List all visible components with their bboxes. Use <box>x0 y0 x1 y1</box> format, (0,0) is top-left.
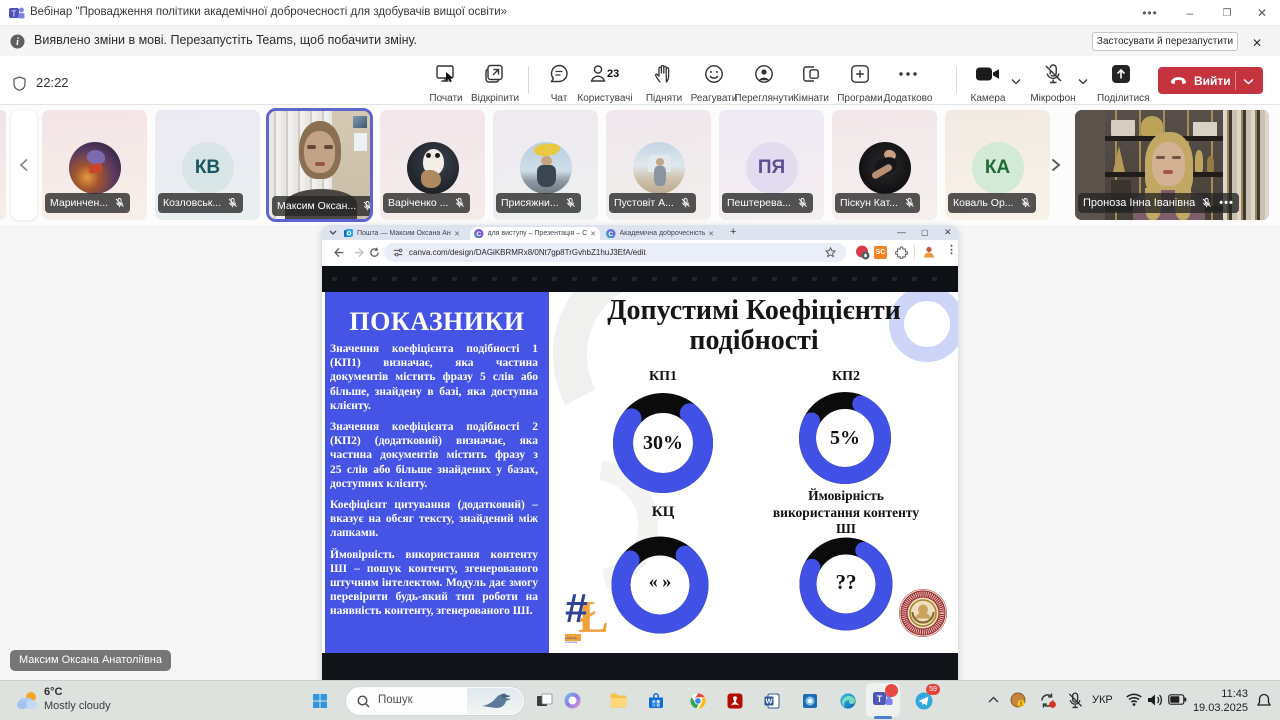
svg-text:i: i <box>16 37 19 48</box>
svg-text:!: ! <box>1020 702 1022 708</box>
svg-text:C: C <box>476 231 481 238</box>
svg-text:T: T <box>12 10 17 19</box>
svg-text:23: 23 <box>607 68 619 80</box>
svg-text:C: C <box>608 231 613 238</box>
svg-text:T: T <box>877 694 883 704</box>
svg-text:W: W <box>765 697 773 706</box>
